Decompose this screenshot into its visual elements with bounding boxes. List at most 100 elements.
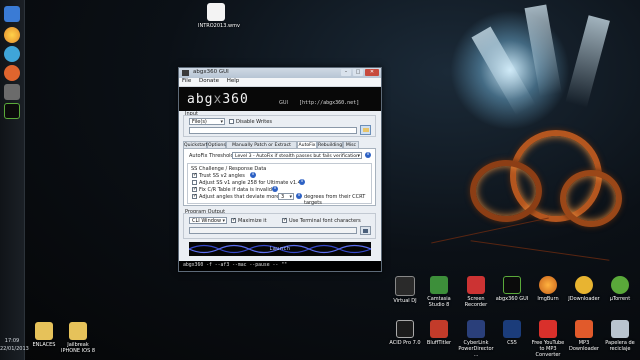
info-icon[interactable]: i	[250, 172, 256, 178]
autofix-threshold-label: AutoFix Threshold	[189, 153, 234, 159]
chrome-icon[interactable]	[4, 27, 20, 43]
abgx360-logo: abgx360	[187, 92, 249, 107]
info-icon[interactable]: i	[272, 186, 278, 192]
maximize-label: Maximize it	[238, 218, 267, 224]
desktop-icon-abgx360[interactable]: abgx360 GUI	[494, 276, 530, 302]
desktop-icon-label: abgx360 GUI	[495, 296, 529, 302]
wallpaper-crack	[470, 240, 610, 261]
start-button-icon[interactable]	[4, 6, 20, 22]
adjust-angles-checkbox[interactable]: ✓	[192, 194, 197, 199]
screen-recorder-icon	[467, 276, 485, 294]
wallpaper-beam	[565, 15, 610, 108]
info-icon[interactable]: i	[299, 179, 305, 185]
desktop-icon-virtual-dj[interactable]: Virtual DJ	[387, 276, 423, 304]
menu-file[interactable]: File	[182, 78, 191, 84]
command-line-preview: abgx360 -f --af3 --mac --pause -- ""	[179, 261, 381, 271]
photoshop-icon	[503, 320, 521, 338]
minimize-button[interactable]: –	[341, 69, 351, 76]
maximize-checkbox[interactable]: ✓	[231, 218, 236, 223]
output-path-field[interactable]	[189, 227, 357, 234]
desktop-icon-acid-pro[interactable]: ACID Pro 7.0	[387, 320, 423, 346]
desktop-icon-label: MP3 Downloader	[569, 340, 599, 352]
input-path-field[interactable]	[189, 127, 357, 134]
jdownloader-icon	[575, 276, 593, 294]
virtual-dj-icon	[395, 276, 415, 296]
deviation-degrees-select[interactable]: 3	[278, 193, 294, 201]
desktop-icon-imgburn[interactable]: ImgBurn	[530, 276, 566, 302]
desktop-icon-label: ACID Pro 7.0	[389, 340, 421, 346]
desktop-icon-blufftitler[interactable]: BluffTitler	[421, 320, 457, 346]
internet-explorer-icon[interactable]	[4, 46, 20, 62]
youtube-mp3-icon	[539, 320, 557, 338]
save-icon	[363, 229, 368, 233]
logo-part: x	[213, 92, 223, 107]
desktop-icon-label: JDownloader	[568, 296, 600, 302]
desktop-icon-utorrent[interactable]: µTorrent	[602, 276, 638, 302]
menu-donate[interactable]: Donate	[199, 78, 219, 84]
clock-date[interactable]: 22/01/2013	[0, 346, 29, 353]
banner-url[interactable]: [http://abgx360.net]	[299, 100, 359, 106]
terminal-font-checkbox[interactable]: ✓	[282, 218, 287, 223]
app-banner: abgx360 GUI [http://abgx360.net]	[179, 87, 381, 111]
desktop-icon-cs5[interactable]: CS5	[494, 320, 530, 346]
logo-part: abg	[187, 92, 214, 107]
folder-icon[interactable]	[4, 84, 20, 100]
desktop-icon-screen-recorder[interactable]: Screen Recorder	[458, 276, 494, 308]
input-type-select[interactable]: File(s)	[189, 118, 225, 126]
launch-button[interactable]: Launch	[189, 242, 371, 256]
desktop-icon-label: ENLACES	[32, 342, 56, 348]
desktop-icon-label: CS5	[507, 340, 517, 346]
imgburn-icon	[539, 276, 557, 294]
abgx360-icon	[503, 276, 521, 294]
desktop-icon-label: BluffTitler	[426, 340, 452, 346]
recycle-bin-icon	[611, 320, 629, 338]
desktop-icon-mp3-downloader[interactable]: MP3 Downloader	[566, 320, 602, 352]
firefox-icon[interactable]	[4, 65, 20, 81]
desktop-icon-label: Virtual DJ	[393, 298, 417, 304]
abgx360-taskbar-icon[interactable]	[4, 103, 20, 119]
desktop-icon-jdownloader[interactable]: JDownloader	[566, 276, 602, 302]
folder-icon	[69, 322, 87, 340]
info-icon[interactable]: i	[365, 152, 371, 158]
adjust-ss-v1-checkbox[interactable]	[192, 180, 197, 185]
menu-bar: File Donate Help	[179, 78, 381, 87]
desktop-icon-recycle-bin[interactable]: Papelera de reciclaje	[602, 320, 638, 352]
autofix-panel: AutoFix Threshold Level 3 - AutoFix if s…	[183, 148, 376, 206]
desktop-icon-enlaces[interactable]: ENLACES	[26, 322, 62, 348]
fix-cr-table-label: Fix C/R Table if data is invalid	[199, 187, 272, 193]
powerdirector-icon	[467, 320, 485, 338]
clock-time[interactable]: 17:09	[0, 338, 24, 345]
fix-cr-table-checkbox[interactable]: ✓	[192, 187, 197, 192]
banner-version: GUI	[279, 100, 289, 106]
autofix-threshold-select[interactable]: Level 3 - AutoFix if stealth passes but …	[232, 152, 362, 160]
info-icon[interactable]: i	[296, 193, 302, 199]
wallpaper-crack	[431, 217, 549, 244]
menu-help[interactable]: Help	[227, 78, 240, 84]
disable-writes-checkbox[interactable]	[229, 119, 234, 124]
desktop-icon-youtube-mp3[interactable]: Free YouTube to MP3 Converter	[530, 320, 566, 358]
deviation-suffix-label: degrees from their CCRT targets	[304, 194, 366, 206]
browse-folder-button[interactable]	[360, 125, 371, 135]
desktop-icon-intro-video[interactable]: INTRO2013.wmv	[198, 3, 240, 29]
desktop-icon-label: CyberLink PowerDirector ...	[458, 340, 494, 358]
trust-ss-v2-label: Trust SS v2 angles	[199, 173, 245, 179]
trust-ss-v2-checkbox[interactable]: ✓	[192, 173, 197, 178]
save-output-button[interactable]	[360, 226, 371, 235]
desktop-icon-camtasia[interactable]: Camtasia Studio 8	[421, 276, 457, 308]
launch-label: Launch	[269, 246, 291, 252]
output-mode-select[interactable]: CLI Window	[189, 217, 227, 225]
taskbar: 17:09 22/01/2013	[0, 0, 29, 360]
camtasia-icon	[430, 276, 448, 294]
desktop-icon-label: Jailbreak IPHONE IOS 8	[60, 342, 96, 354]
maximize-button[interactable]: □	[353, 69, 363, 76]
close-button[interactable]: ✕	[365, 69, 379, 76]
desktop-icon-powerdirector[interactable]: CyberLink PowerDirector ...	[458, 320, 494, 358]
disable-writes-label: Disable Writes	[236, 119, 272, 125]
desktop-icon-label: Papelera de reciclaje	[605, 340, 635, 352]
window-titlebar[interactable]: abgx360 GUI – □ ✕	[179, 68, 381, 78]
utorrent-icon	[611, 276, 629, 294]
desktop-icon-jailbreak[interactable]: Jailbreak IPHONE IOS 8	[60, 322, 96, 354]
acid-pro-icon	[396, 320, 414, 338]
wallpaper-gear	[470, 160, 542, 222]
desktop-icon-label: Screen Recorder	[464, 296, 488, 308]
